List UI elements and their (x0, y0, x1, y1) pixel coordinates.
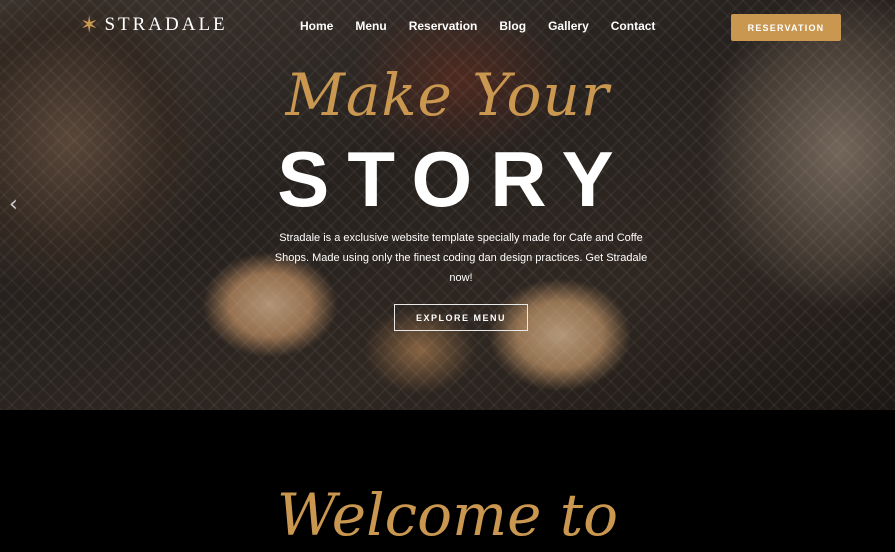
nav-link-home[interactable]: Home (300, 19, 333, 33)
nav-link-blog[interactable]: Blog (499, 19, 526, 33)
hero-section: ✶ STRADALE Home Menu Reservation Blog Ga… (0, 0, 895, 410)
welcome-section: Welcome to (0, 410, 895, 552)
nav-link-menu[interactable]: Menu (355, 19, 386, 33)
explore-menu-button[interactable]: EXPLORE MENU (394, 304, 528, 331)
logo-text: STRADALE (104, 14, 228, 35)
main-nav: Home Menu Reservation Blog Gallery Conta… (300, 19, 655, 33)
hero-description: Stradale is a exclusive website template… (274, 232, 648, 284)
reservation-button[interactable]: RESERVATION (731, 14, 841, 41)
hero-title: STORY (277, 135, 632, 223)
welcome-script-heading: Welcome to (276, 481, 619, 549)
nav-link-gallery[interactable]: Gallery (548, 19, 589, 33)
navbar: ✶ STRADALE Home Menu Reservation Blog Ga… (0, 0, 895, 54)
logo[interactable]: ✶ STRADALE (80, 14, 228, 36)
hero-script-heading: Make Your (285, 61, 610, 129)
nav-link-contact[interactable]: Contact (611, 19, 656, 33)
nav-link-reservation[interactable]: Reservation (409, 19, 478, 33)
star-icon: ✶ (80, 12, 99, 37)
